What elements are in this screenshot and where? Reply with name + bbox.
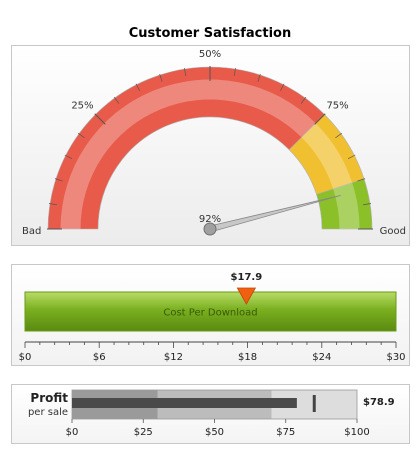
linear-gauge: Cost Per Download $0 $6 $12 $18 $24 $30 $17.9 <box>19 272 406 363</box>
bullet-tick-label: $0 <box>66 427 79 438</box>
linear-tick-label: $12 <box>164 352 183 363</box>
linear-tick-label: $30 <box>386 352 405 363</box>
gauge-min-label: Bad <box>22 226 41 237</box>
bullet-value-label: $78.9 <box>363 397 395 408</box>
bullet-chart: Profit per sale $78.9 $0 $25 $50 $75 $100 <box>28 389 395 438</box>
linear-value-label: $17.9 <box>231 272 263 283</box>
bullet-tick-label: $100 <box>344 427 369 438</box>
angular-gauge: 25% 50% 75% Bad Good 92% <box>22 49 406 237</box>
linear-tick-label: $0 <box>19 352 32 363</box>
linear-tick-label: $24 <box>312 352 331 363</box>
gauge-tick-label: 50% <box>199 49 221 60</box>
bullet-tick-label: $75 <box>276 427 295 438</box>
gauge-max-label: Good <box>380 226 406 237</box>
gauge-tick-label: 25% <box>71 101 93 112</box>
bullet-subtitle: per sale <box>28 407 68 418</box>
linear-tick-label: $18 <box>238 352 257 363</box>
bullet-tick-label: $25 <box>134 427 153 438</box>
gauge-value-label: 92% <box>199 214 221 225</box>
bullet-value-bar <box>72 398 297 408</box>
gauge-tick-label: 75% <box>326 101 348 112</box>
bullet-title: Profit <box>30 391 68 405</box>
linear-band-label: Cost Per Download <box>163 308 257 319</box>
linear-tick-label: $6 <box>93 352 106 363</box>
bullet-tick-label: $50 <box>205 427 224 438</box>
